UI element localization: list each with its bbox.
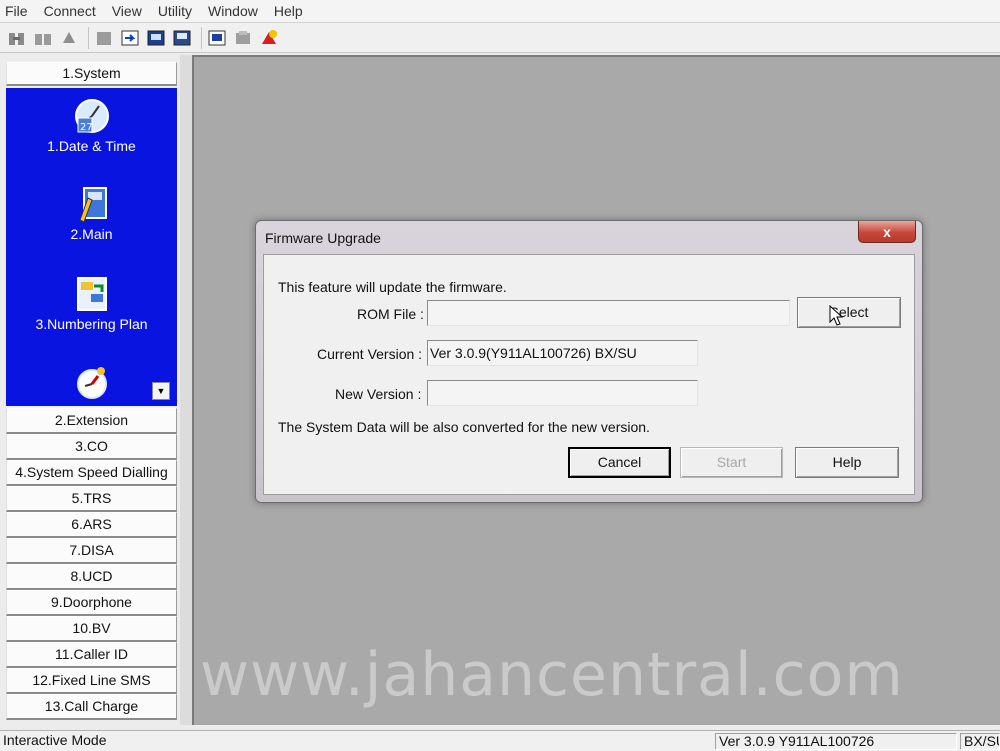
timer-icon bbox=[76, 367, 107, 399]
menu-window[interactable]: Window bbox=[200, 0, 266, 22]
system-items-panel: 27 1.Date & Time 2.Main 3.Numbering Plan bbox=[6, 88, 177, 406]
nav-section-list: 2.Extension 3.CO 4.System Speed Dialling… bbox=[6, 408, 177, 720]
cancel-button[interactable]: Cancel bbox=[568, 447, 671, 478]
clock-calendar-icon: 27 bbox=[74, 99, 109, 133]
nav-section-ars[interactable]: 6.ARS bbox=[6, 512, 177, 538]
mouse-cursor-icon bbox=[829, 305, 844, 326]
toolbar-separator bbox=[88, 26, 89, 49]
nav-section-extension[interactable]: 2.Extension bbox=[6, 408, 177, 434]
dialog-title: Firmware Upgrade bbox=[265, 230, 381, 246]
rom-file-field[interactable] bbox=[427, 300, 790, 326]
nav-section-fixed-line-sms[interactable]: 12.Fixed Line SMS bbox=[6, 668, 177, 694]
refresh-icon[interactable] bbox=[58, 27, 80, 49]
print-preview-icon[interactable] bbox=[171, 27, 193, 49]
select-button[interactable]: Select bbox=[797, 297, 901, 328]
start-button[interactable]: Start bbox=[680, 447, 783, 478]
menu-bar: File Connect View Utility Window Help bbox=[0, 0, 1000, 23]
nav-section-ucd[interactable]: 8.UCD bbox=[6, 564, 177, 590]
nav-tile-numbering-plan[interactable]: 3.Numbering Plan bbox=[6, 274, 177, 332]
numbering-plan-icon bbox=[76, 277, 107, 311]
nav-tile-date-time[interactable]: 27 1.Date & Time bbox=[6, 96, 177, 154]
help-icon[interactable] bbox=[258, 27, 280, 49]
menu-file[interactable]: File bbox=[0, 0, 36, 22]
current-version-field: Ver 3.0.9(Y911AL100726) BX/SU bbox=[427, 340, 698, 366]
menu-utility[interactable]: Utility bbox=[150, 0, 200, 22]
firmware-upgrade-dialog: Firmware Upgrade x This feature will upd… bbox=[255, 220, 923, 503]
nav-section-trs[interactable]: 5.TRS bbox=[6, 486, 177, 512]
print-icon[interactable] bbox=[145, 27, 167, 49]
cancel-label: Cancel bbox=[597, 454, 642, 470]
toolbar bbox=[0, 23, 1000, 53]
disconnect-icon[interactable] bbox=[32, 27, 54, 49]
nav-tile-main[interactable]: 2.Main bbox=[6, 184, 177, 242]
upload-icon[interactable] bbox=[232, 27, 254, 49]
nav-section-system[interactable]: 1.System bbox=[6, 62, 177, 86]
watermark: www.jahancentral.com bbox=[200, 640, 904, 710]
help-button[interactable]: Help bbox=[795, 447, 899, 478]
navigation-panel: 1.System 27 1.Date & Time 2.Main 3.Numbe… bbox=[6, 62, 177, 720]
rom-file-label: ROM File : bbox=[357, 306, 424, 322]
connect-icon[interactable] bbox=[6, 27, 28, 49]
start-label: Start bbox=[716, 454, 747, 470]
nav-section-disa[interactable]: 7.DISA bbox=[6, 538, 177, 564]
save-icon[interactable] bbox=[206, 27, 228, 49]
nav-section-call-charge[interactable]: 13.Call Charge bbox=[6, 694, 177, 720]
status-region: BX/SU bbox=[960, 733, 1000, 750]
import-icon[interactable] bbox=[119, 27, 141, 49]
nav-tile-label: 3.Numbering Plan bbox=[35, 316, 148, 332]
export-icon[interactable] bbox=[93, 27, 115, 49]
help-label: Help bbox=[832, 454, 862, 470]
current-version-label: Current Version : bbox=[317, 346, 423, 362]
nav-section-caller-id[interactable]: 11.Caller ID bbox=[6, 642, 177, 668]
menu-connect[interactable]: Connect bbox=[36, 0, 104, 22]
toolbar-separator bbox=[201, 26, 202, 49]
workspace-border bbox=[180, 55, 192, 725]
nav-tile-label: 2.Main bbox=[70, 226, 113, 242]
svg-text:27: 27 bbox=[80, 122, 93, 133]
main-settings-icon bbox=[78, 187, 107, 223]
status-mode: Interactive Mode bbox=[3, 733, 107, 748]
menu-help[interactable]: Help bbox=[266, 0, 311, 22]
nav-section-speed-dialling[interactable]: 4.System Speed Dialling bbox=[6, 460, 177, 486]
nav-section-bv[interactable]: 10.BV bbox=[6, 616, 177, 642]
nav-tile-label: 1.Date & Time bbox=[47, 138, 136, 154]
status-bar: Interactive Mode Ver 3.0.9 Y911AL100726 … bbox=[0, 730, 1000, 751]
nav-section-co[interactable]: 3.CO bbox=[6, 434, 177, 460]
nav-section-doorphone[interactable]: 9.Doorphone bbox=[6, 590, 177, 616]
status-version: Ver 3.0.9 Y911AL100726 bbox=[715, 733, 957, 750]
close-button[interactable]: x bbox=[858, 221, 916, 243]
new-version-field bbox=[427, 380, 698, 406]
intro-text: This feature will update the firmware. bbox=[278, 279, 507, 295]
new-version-label: New Version : bbox=[335, 386, 422, 402]
close-icon: x bbox=[883, 223, 891, 240]
conversion-note: The System Data will be also converted f… bbox=[278, 419, 650, 435]
scroll-down-button[interactable]: ▼ bbox=[152, 382, 170, 400]
menu-view[interactable]: View bbox=[104, 0, 150, 22]
dialog-body: This feature will update the firmware. R… bbox=[263, 254, 915, 495]
